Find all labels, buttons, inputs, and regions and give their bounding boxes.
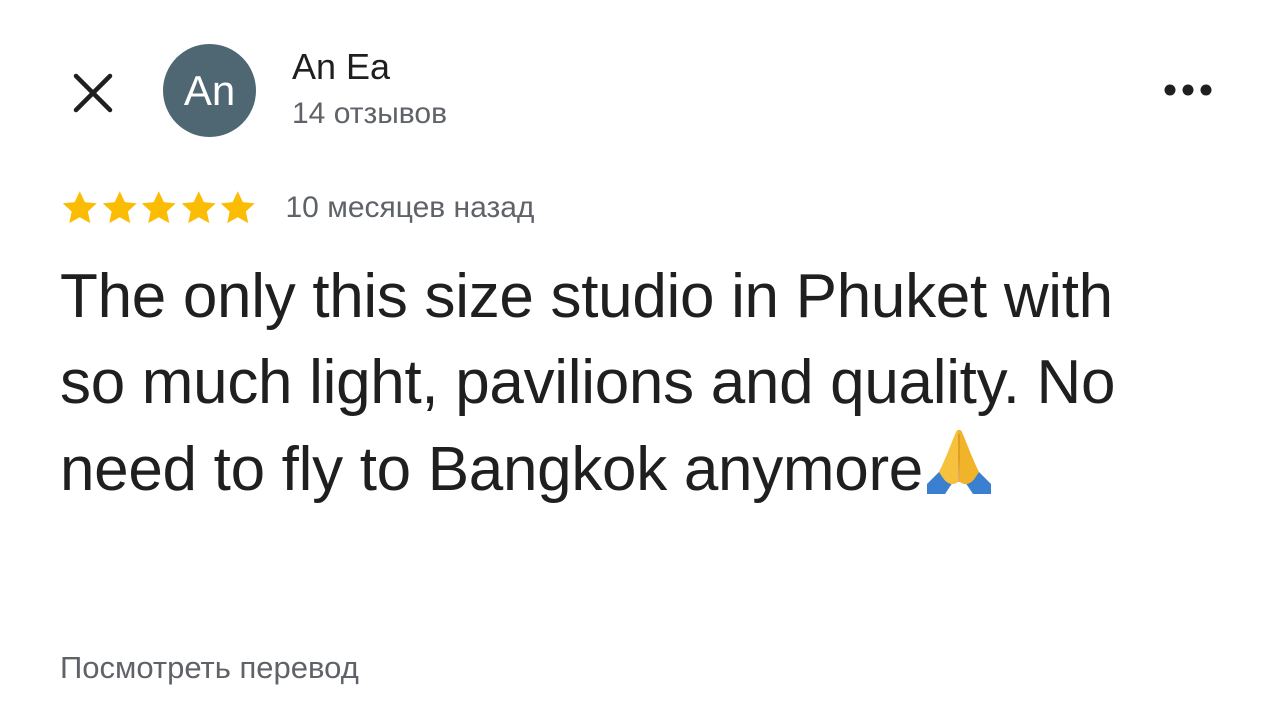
review-text: The only this size studio in Phuket with… xyxy=(60,254,1190,513)
author-name[interactable]: An Ea xyxy=(292,47,390,87)
avatar[interactable]: An xyxy=(163,44,256,137)
star-icon xyxy=(181,191,216,224)
folded-hands-emoji-icon xyxy=(926,429,991,494)
author-review-count: 14 отзывов xyxy=(292,97,448,130)
star-icon xyxy=(141,191,176,224)
more-options-button[interactable] xyxy=(1156,70,1220,110)
star-rating xyxy=(60,188,258,228)
close-button[interactable] xyxy=(64,64,122,122)
close-icon xyxy=(73,73,113,113)
star-icon xyxy=(102,191,137,224)
star-icon xyxy=(62,191,97,224)
view-translation-link[interactable]: Посмотреть перевод xyxy=(60,650,359,686)
review-timestamp: 10 месяцев назад xyxy=(285,191,535,224)
star-icon xyxy=(220,191,255,224)
more-horizontal-icon xyxy=(1164,84,1212,96)
rating-row: 10 месяцев назад xyxy=(60,185,534,231)
review-detail-sheet: An An Ea 14 отзывов 10 месяцев назад The… xyxy=(0,0,1280,718)
